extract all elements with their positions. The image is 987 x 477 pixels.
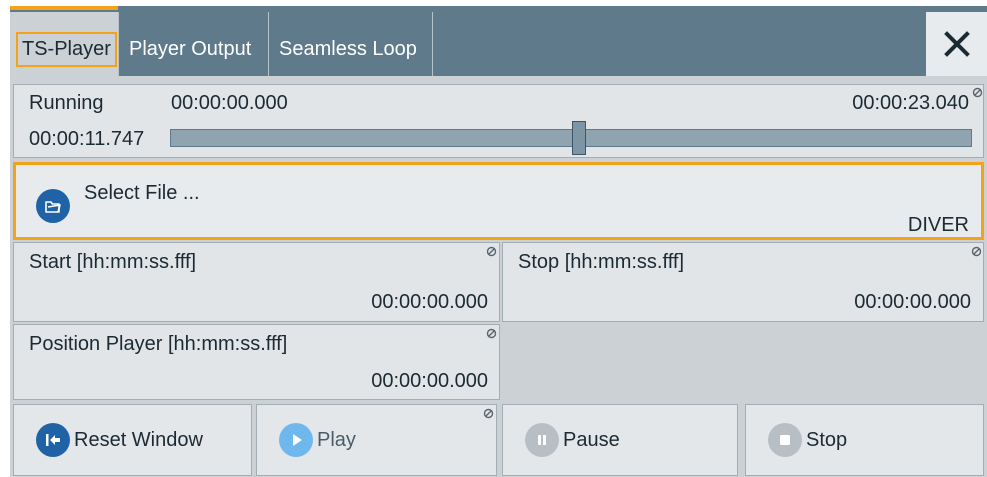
start-time-readout: 00:00:00.000 [171, 92, 288, 114]
start-time-field[interactable]: Start [hh:mm:ss.fff] 00:00:00.000 [13, 242, 500, 322]
select-file-label: Select File ... [84, 182, 200, 204]
stop-button[interactable]: Stop [745, 404, 984, 476]
progress-thumb[interactable] [572, 121, 586, 155]
close-button[interactable] [926, 12, 987, 76]
stop-icon [768, 423, 802, 457]
stop-time-value: 00:00:00.000 [854, 291, 971, 313]
lock-icon [486, 328, 497, 339]
start-time-value: 00:00:00.000 [371, 291, 488, 313]
reset-window-icon [36, 423, 70, 457]
tab-divider [432, 12, 433, 76]
selected-file-name: DIVER [907, 214, 969, 236]
lock-icon [483, 408, 494, 419]
position-player-value: 00:00:00.000 [371, 370, 488, 392]
progress-track[interactable] [170, 121, 972, 155]
tab-ts-player-label: TS-Player [16, 32, 117, 67]
active-tab-indicator [10, 6, 118, 10]
lock-icon [971, 246, 982, 257]
play-button[interactable]: Play [256, 404, 497, 476]
player-state: Running [29, 92, 104, 114]
ts-player-dialog: TS-Player Player Output Seamless Loop Ru… [10, 6, 987, 477]
lock-icon [486, 246, 497, 257]
tab-bar: TS-Player Player Output Seamless Loop [10, 6, 987, 76]
folder-open-icon [36, 189, 70, 223]
play-label: Play [317, 428, 356, 451]
pause-icon [525, 423, 559, 457]
tab-player-output[interactable]: Player Output [118, 12, 268, 76]
reset-window-button[interactable]: Reset Window [13, 404, 252, 476]
reset-window-label: Reset Window [74, 428, 203, 451]
start-time-label: Start [hh:mm:ss.fff] [29, 251, 197, 273]
position-player-field[interactable]: Position Player [hh:mm:ss.fff] 00:00:00.… [13, 324, 500, 400]
tab-seamless-loop[interactable]: Seamless Loop [268, 12, 432, 76]
close-icon [943, 31, 970, 57]
stop-time-field[interactable]: Stop [hh:mm:ss.fff] 00:00:00.000 [502, 242, 984, 322]
position-player-label: Position Player [hh:mm:ss.fff] [29, 333, 288, 355]
status-panel: Running 00:00:00.000 00:00:23.040 00:00:… [13, 84, 984, 158]
tab-player-output-label: Player Output [129, 38, 252, 60]
select-file-panel[interactable]: Select File ... DIVER [13, 162, 984, 240]
stop-time-label: Stop [hh:mm:ss.fff] [518, 251, 684, 273]
pause-label: Pause [563, 428, 620, 451]
stop-label: Stop [806, 428, 848, 451]
pause-button[interactable]: Pause [502, 404, 738, 476]
end-time-readout: 00:00:23.040 [852, 92, 969, 114]
lock-icon [972, 87, 983, 98]
play-icon [279, 423, 313, 457]
tab-seamless-loop-label: Seamless Loop [279, 38, 417, 60]
current-time-readout: 00:00:11.747 [29, 128, 145, 150]
tab-ts-player[interactable]: TS-Player [10, 12, 118, 76]
